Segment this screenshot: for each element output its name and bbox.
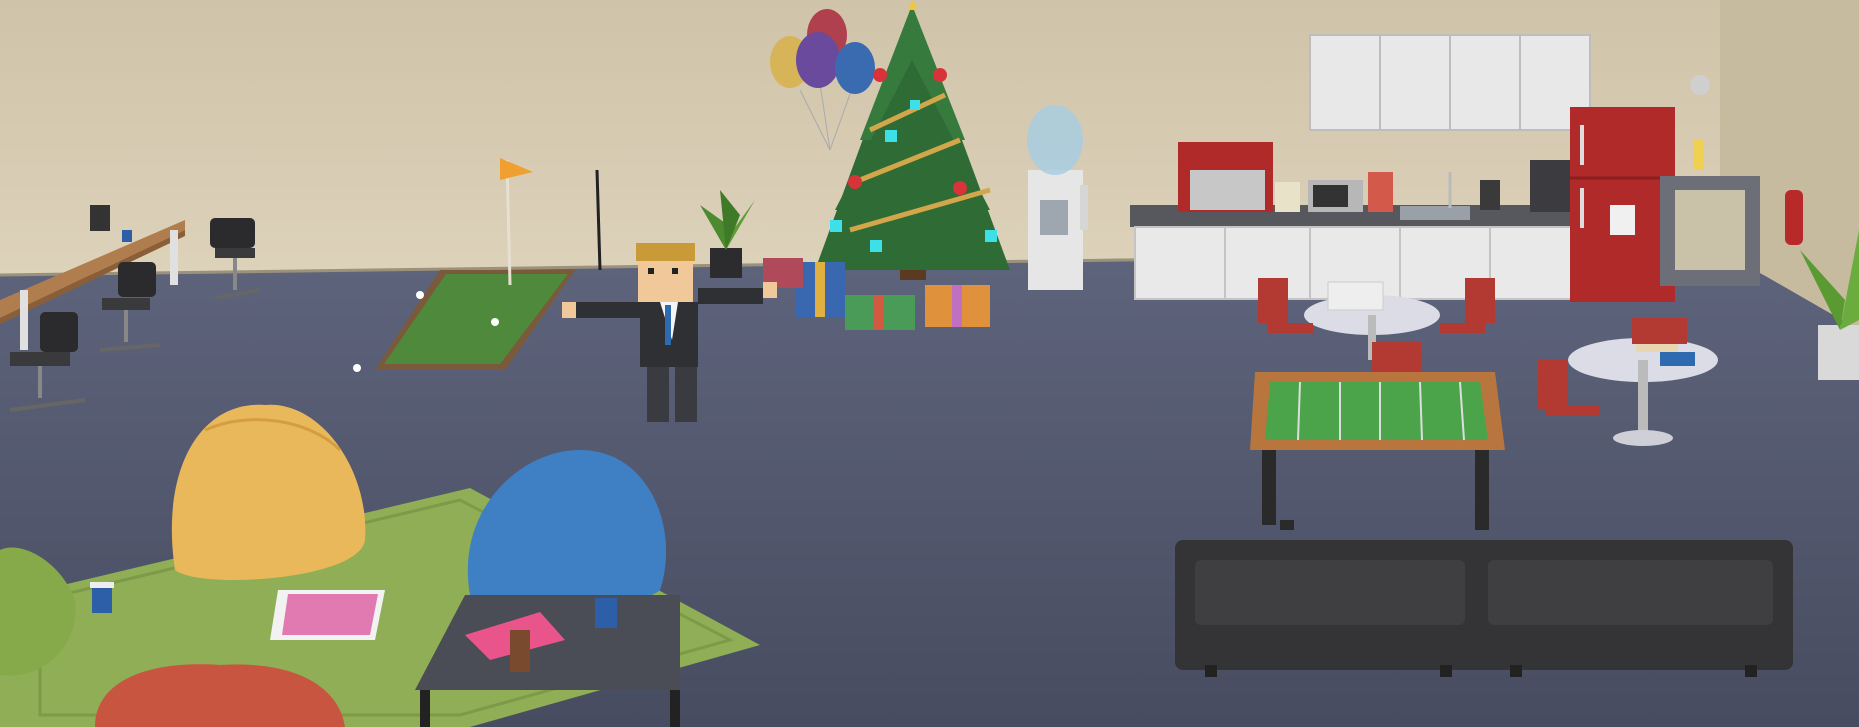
blender: [1368, 172, 1393, 212]
kettle: [1275, 182, 1300, 212]
golf-ball: [353, 364, 361, 372]
golf-ball: [491, 318, 499, 326]
cake-box: [1327, 281, 1384, 311]
knife-block: [1480, 180, 1500, 210]
coffee-cup: [595, 598, 617, 628]
character-legs: [647, 367, 669, 422]
kitchen-cabinets[interactable]: [1309, 34, 1591, 131]
gift-box[interactable]: [925, 285, 990, 327]
coffee-machine[interactable]: [1530, 160, 1570, 212]
golf-ball: [416, 291, 424, 299]
character-arm-right: [698, 288, 763, 304]
fire-extinguisher: [1785, 190, 1803, 245]
chair[interactable]: [1632, 318, 1687, 344]
coffee-cup: [510, 630, 530, 672]
balloon-icon: [796, 32, 840, 88]
balloon-icon: [835, 42, 875, 94]
espresso-machine[interactable]: [1178, 142, 1273, 212]
sofa[interactable]: [1468, 540, 1793, 677]
chair[interactable]: [1372, 342, 1422, 372]
notebook: [1660, 352, 1695, 366]
gift-box[interactable]: [845, 295, 915, 330]
water-cooler-icon: [1027, 105, 1083, 175]
tablet: [90, 205, 110, 231]
fridge[interactable]: [1570, 107, 1675, 302]
microwave[interactable]: [1308, 180, 1363, 212]
character-hair: [636, 243, 695, 261]
water-cooler[interactable]: [1027, 105, 1088, 290]
vending-machine[interactable]: [1660, 176, 1760, 286]
sofa[interactable]: [1175, 540, 1480, 677]
character-arm-left: [575, 302, 640, 318]
magazine: [270, 590, 385, 640]
game-scene: [0, 0, 1859, 727]
smoke-detector: [1690, 75, 1710, 95]
cactus-lamp: [1693, 140, 1703, 170]
mug-desk: [122, 230, 132, 242]
coffee-cup: [90, 582, 114, 613]
